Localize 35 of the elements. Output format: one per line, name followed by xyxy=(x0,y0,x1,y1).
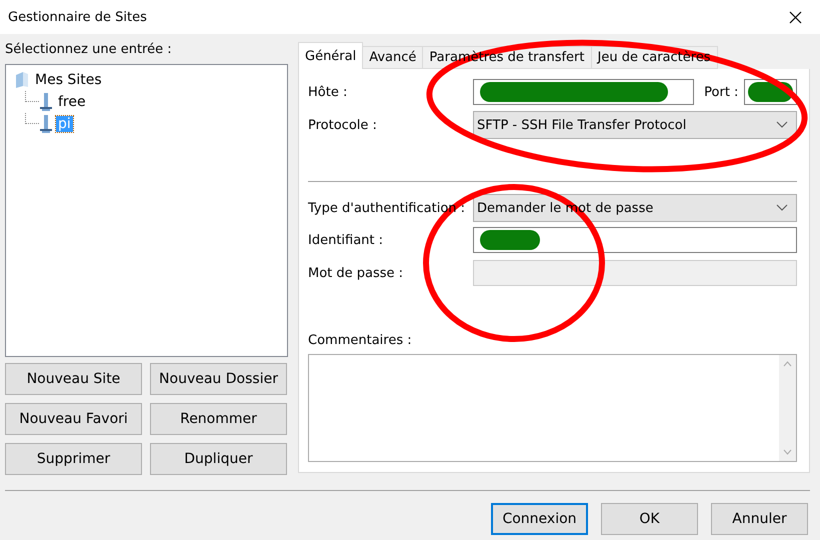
caret-icon xyxy=(776,121,788,129)
site-action-button[interactable]: Supprimer xyxy=(5,443,142,475)
tab[interactable]: Avancé xyxy=(362,46,424,69)
host-label: Hôte : xyxy=(308,84,348,100)
protocol-label: Protocole : xyxy=(308,118,377,132)
scrollbar[interactable] xyxy=(779,355,796,461)
dialog-button[interactable]: OK xyxy=(601,503,698,535)
caret-icon xyxy=(776,204,788,212)
server-icon xyxy=(39,92,53,112)
window-title: Gestionnaire de Sites xyxy=(8,10,147,24)
tab[interactable]: Général xyxy=(298,42,364,69)
tree-label: Sélectionnez une entrée : xyxy=(5,42,173,57)
server-icon xyxy=(39,114,53,134)
protocol-dropdown[interactable]: SFTP - SSH File Transfer Protocol xyxy=(473,111,797,139)
dialog-button[interactable]: Annuler xyxy=(711,503,808,535)
tree-item[interactable]: Mes Sites xyxy=(33,72,104,88)
user-field[interactable] xyxy=(473,227,797,253)
scroll-down-icon xyxy=(783,449,792,455)
site-action-button[interactable]: Dupliquer xyxy=(150,443,287,475)
site-action-button[interactable]: Nouveau Dossier xyxy=(150,363,287,395)
site-action-button[interactable]: Renommer xyxy=(150,403,287,435)
folder-icon xyxy=(14,71,30,89)
user-label: Identifiant : xyxy=(308,232,384,248)
dialog-button[interactable]: Connexion xyxy=(491,503,588,535)
scroll-up-icon xyxy=(783,361,792,367)
port-label: Port : xyxy=(704,84,738,100)
comments-label: Commentaires : xyxy=(308,333,413,348)
password-label: Mot de passe : xyxy=(308,266,404,280)
tree-item[interactable]: free xyxy=(56,94,88,110)
host-field[interactable] xyxy=(473,79,694,105)
site-action-button[interactable]: Nouveau Favori xyxy=(5,403,142,435)
site-action-button[interactable]: Nouveau Site xyxy=(5,363,142,395)
close-icon xyxy=(788,10,802,24)
comments-field[interactable] xyxy=(308,354,797,462)
redaction-mark xyxy=(480,230,540,250)
